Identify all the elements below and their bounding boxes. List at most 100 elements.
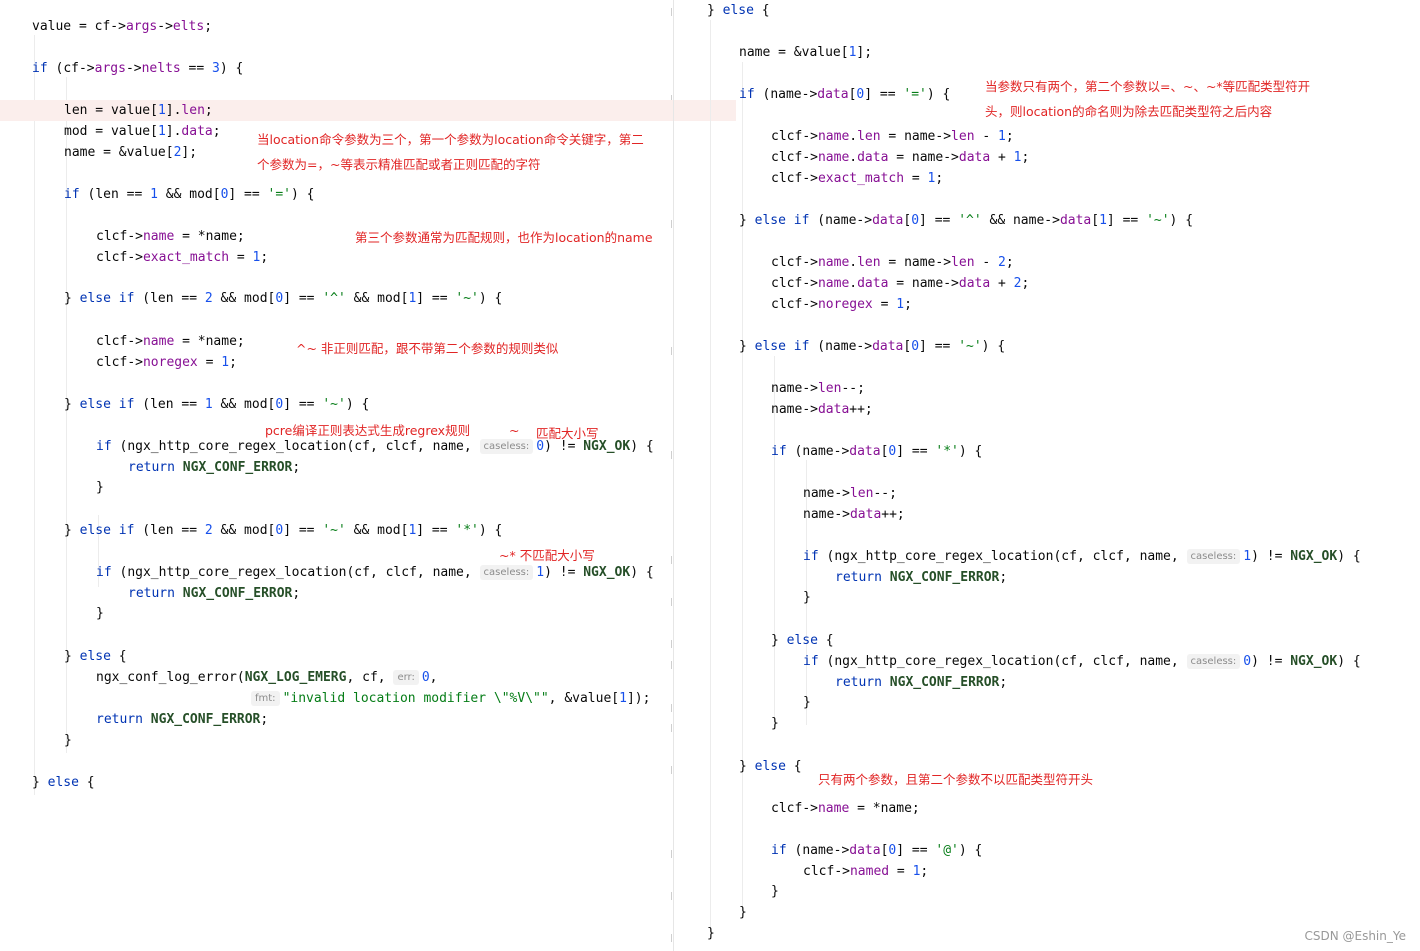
- right-code-text: } else {: [739, 759, 802, 774]
- fold-marker: [671, 724, 672, 732]
- left-code-line: } else {: [64, 646, 127, 667]
- right-code-text: } else {: [707, 3, 770, 18]
- left-code-text: len = value[1].len;: [64, 103, 213, 118]
- left-code-text: if (ngx_http_core_regex_location(cf, clc…: [96, 565, 472, 580]
- annotation-note: 第三个参数通常为匹配规则，也作为location的name: [355, 230, 653, 245]
- left-code-line: clcf->exact_match = 1;: [96, 247, 268, 268]
- left-code-text: 0,: [421, 670, 438, 685]
- right-code-line: } else {: [771, 630, 834, 651]
- right-code-line: if (name->data[0] == '=') {: [739, 84, 950, 105]
- right-code-line: return NGX_CONF_ERROR;: [835, 567, 1007, 588]
- annotation-note: 头，则location的命名则为除去匹配类型符之后内容: [985, 104, 1273, 119]
- left-code-text: value = cf->args->elts;: [32, 19, 213, 34]
- left-code-line: name = &value[2];: [64, 142, 197, 163]
- right-code-line: name->len--;: [771, 378, 865, 399]
- parameter-hint: caseless:: [479, 439, 534, 454]
- right-code-text: return NGX_CONF_ERROR;: [835, 675, 1008, 690]
- fold-marker: [671, 347, 672, 355]
- right-code-text: }: [707, 926, 715, 941]
- right-code-text: 1) != NGX_OK) {: [1243, 549, 1361, 564]
- annotation-note: ~* 不匹配大小写: [499, 548, 595, 563]
- right-code-line: if (name->data[0] == '@') {: [771, 840, 982, 861]
- right-code-text: }: [803, 590, 811, 605]
- right-code-line: name->len--;: [803, 483, 897, 504]
- fold-marker: [671, 704, 672, 712]
- right-code-text: name->len--;: [803, 486, 897, 501]
- fold-marker: [671, 451, 672, 459]
- parameter-hint: fmt:: [251, 691, 280, 706]
- right-code-text: clcf->name = *name;: [771, 801, 920, 816]
- fold-marker: [671, 640, 672, 648]
- right-code-line: clcf->named = 1;: [803, 861, 928, 882]
- left-code-line: value = cf->args->elts;: [32, 16, 212, 37]
- annotation-note: 个参数为=，~等表示精准匹配或者正则匹配的字符: [257, 157, 541, 172]
- right-code-text: name->len--;: [771, 381, 865, 396]
- fold-marker: [671, 766, 672, 774]
- watermark: CSDN @Eshin_Ye: [1304, 929, 1406, 943]
- right-code-line: }: [739, 902, 747, 923]
- right-code-line: } else {: [739, 756, 802, 777]
- right-code-line: }: [803, 692, 811, 713]
- right-code-line: }: [771, 881, 779, 902]
- left-code-line: ngx_conf_log_error(NGX_LOG_EMERG, cf, er…: [96, 667, 438, 688]
- right-code-text: clcf->name.data = name->data + 1;: [771, 150, 1030, 165]
- right-code-text: clcf->named = 1;: [803, 864, 929, 879]
- left-code-line: fmt: "invalid location modifier \"%V\"", …: [251, 688, 650, 709]
- parameter-hint: caseless:: [1186, 654, 1241, 669]
- right-code-text: }: [771, 884, 779, 899]
- right-code-line: name->data++;: [803, 504, 905, 525]
- left-code-line: if (len == 1 && mod[0] == '=') {: [64, 184, 315, 205]
- right-code-panel: } else { name = &value[1]; if (name->data[…: [676, 0, 1420, 951]
- right-code-text: clcf->exact_match = 1;: [771, 171, 944, 186]
- left-code-text: if (len == 1 && mod[0] == '=') {: [64, 187, 315, 202]
- left-code-line: clcf->noregex = 1;: [96, 352, 237, 373]
- left-code-text: }: [96, 480, 104, 495]
- left-code-line: }: [96, 477, 104, 498]
- right-code-line: return NGX_CONF_ERROR;: [835, 672, 1007, 693]
- left-code-text: clcf->noregex = 1;: [96, 355, 237, 370]
- right-code-line: }: [803, 587, 811, 608]
- right-code-line: clcf->name.data = name->data + 2;: [771, 273, 1029, 294]
- right-code-line: if (name->data[0] == '*') {: [771, 441, 982, 462]
- left-code-text: if (cf->args->nelts == 3) {: [32, 61, 244, 76]
- left-code-text: } else if (len == 2 && mod[0] == '~' && …: [64, 523, 503, 538]
- right-code-text: if (name->data[0] == '@') {: [771, 843, 983, 858]
- right-code-text: }: [803, 695, 811, 710]
- left-code-line: len = value[1].len;: [0, 100, 736, 121]
- left-code-text: return NGX_CONF_ERROR;: [128, 586, 301, 601]
- right-code-text: if (ngx_http_core_regex_location(cf, clc…: [803, 549, 1179, 564]
- left-code-text: }: [96, 606, 104, 621]
- left-code-text: "invalid location modifier \"%V\"", &val…: [282, 691, 651, 706]
- right-code-line: clcf->name.data = name->data + 1;: [771, 147, 1029, 168]
- right-code-line: if (ngx_http_core_regex_location(cf, clc…: [803, 546, 1361, 567]
- right-code-text: clcf->name.data = name->data + 2;: [771, 276, 1030, 291]
- right-code-text: return NGX_CONF_ERROR;: [835, 570, 1008, 585]
- fold-marker: [671, 598, 672, 606]
- left-code-line: mod = value[1].data;: [64, 121, 221, 142]
- fold-marker: [671, 220, 672, 228]
- left-code-text: clcf->name = *name;: [96, 334, 245, 349]
- left-code-line: }: [64, 730, 72, 751]
- right-code-text: 0) != NGX_OK) {: [1243, 654, 1361, 669]
- fold-marker: [671, 850, 672, 858]
- right-code-line: name->data++;: [771, 399, 873, 420]
- left-code-text: clcf->exact_match = 1;: [96, 250, 269, 265]
- left-code-text: }: [64, 733, 72, 748]
- indent-guide: [710, 20, 711, 935]
- right-code-line: clcf->exact_match = 1;: [771, 168, 943, 189]
- panel-divider: [673, 0, 674, 951]
- left-code-line: clcf->name = *name;: [96, 226, 245, 247]
- left-code-text: } else if (len == 1 && mod[0] == '~') {: [64, 397, 370, 412]
- left-code-text: } else {: [32, 775, 95, 790]
- fold-marker: [671, 892, 672, 900]
- right-code-line: name = &value[1];: [739, 42, 872, 63]
- right-code-line: clcf->name.len = name->len - 1;: [771, 126, 1014, 147]
- left-code-line: return NGX_CONF_ERROR;: [128, 583, 300, 604]
- left-code-text: } else {: [64, 649, 127, 664]
- left-code-line: clcf->name = *name;: [96, 331, 245, 352]
- right-code-text: if (name->data[0] == '*') {: [771, 444, 983, 459]
- left-code-text: return NGX_CONF_ERROR;: [128, 460, 301, 475]
- left-code-line: if (cf->args->nelts == 3) {: [32, 58, 243, 79]
- left-code-text: ngx_conf_log_error(NGX_LOG_EMERG, cf,: [96, 670, 386, 685]
- annotation-note: 当location命令参数为三个，第一个参数为location命令关键字，第二: [257, 132, 644, 147]
